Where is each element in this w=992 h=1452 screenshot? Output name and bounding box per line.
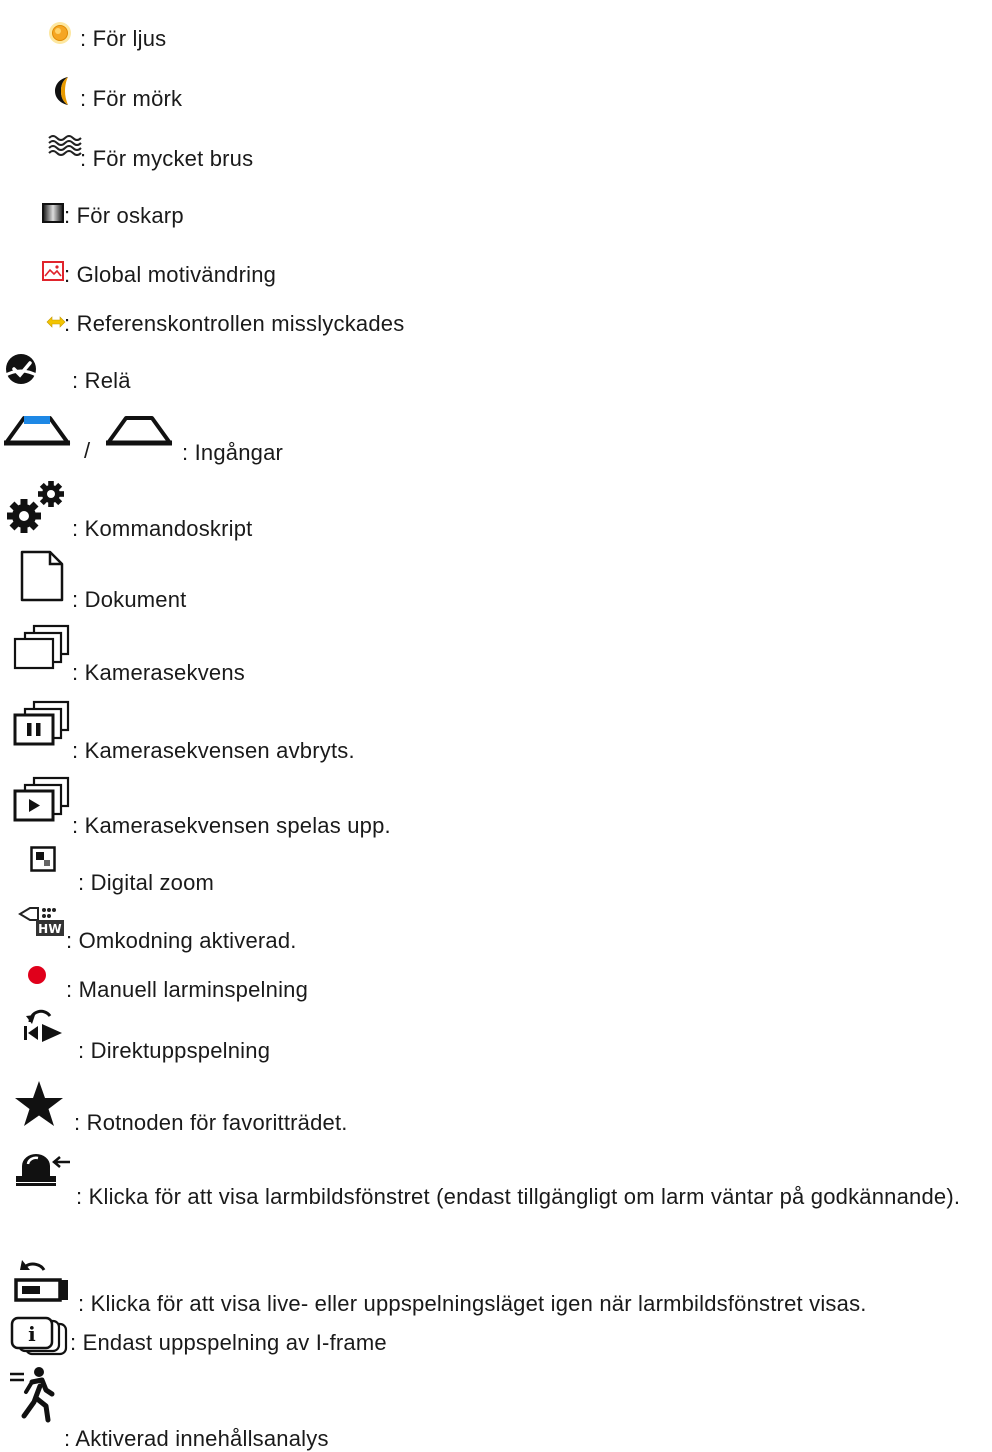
list-item-camera-sequence: : Kamerasekvens [0, 624, 990, 688]
list-item-content-analysis: : Aktiverad innehållsanalys [0, 1364, 990, 1451]
svg-text:i: i [28, 1322, 36, 1346]
list-item-favorites-root: : Rotnoden för favoritträdet. [0, 1080, 990, 1140]
list-item-label: : För mycket brus [80, 146, 254, 171]
list-item-manual-alarm-recording: : Manuell larminspelning [0, 960, 990, 1004]
noise-icon [48, 134, 82, 156]
i-frame-icon: i [8, 1316, 70, 1356]
walking-person-icon [6, 1364, 62, 1448]
list-item-relay: : Relä [0, 352, 990, 396]
star-icon [14, 1080, 64, 1128]
return-to-live-icon [12, 1256, 72, 1304]
list-item-too-bright: : För ljus [0, 20, 990, 60]
list-item-label: : Klicka för att visa live- eller uppspe… [78, 1291, 867, 1316]
list-item-document: : Dokument [0, 550, 990, 614]
list-item-return-live-playback: : Klicka för att visa live- eller uppspe… [0, 1256, 990, 1316]
list-item-instant-playback: : Direktuppspelning [0, 1008, 990, 1063]
list-item-too-dark: : För mörk [0, 76, 990, 116]
list-item-label: : För mörk [80, 86, 183, 111]
list-item-label: : Kamerasekvensen spelas upp. [72, 813, 391, 838]
list-item-label: : För ljus [80, 26, 167, 51]
list-item-label: : Rotnoden för favoritträdet. [74, 1110, 348, 1135]
blur-icon [42, 203, 64, 223]
list-item-label: : Referenskontrollen misslyckades [64, 311, 405, 336]
list-item-digital-zoom: : Digital zoom [0, 846, 990, 896]
list-item-label: : Endast uppspelning av I-frame [70, 1330, 387, 1355]
moon-icon [52, 76, 76, 106]
input-separator: / [84, 438, 91, 463]
transcoding-icon: HW [18, 906, 66, 938]
list-item-label: : Digital zoom [78, 870, 215, 895]
svg-text:HW: HW [38, 922, 62, 936]
list-item-transcoding: HW : Omkodning aktiverad. [0, 906, 990, 956]
document-icon [20, 550, 64, 602]
list-item-label: : Aktiverad innehållsanalys [64, 1426, 329, 1451]
list-item-global-scene-change: : Global motivändring [0, 258, 990, 290]
input-inactive-icon [104, 412, 174, 446]
list-item-label: : Direktuppspelning [78, 1038, 271, 1063]
list-item-label: : Dokument [72, 587, 187, 612]
list-item-camera-sequence-playing: : Kamerasekvensen spelas upp. [0, 776, 990, 840]
record-dot-icon [27, 965, 47, 985]
list-item-reference-check-failed: : Referenskontrollen misslyckades [0, 309, 990, 341]
list-item-label: : Global motivändring [64, 262, 277, 287]
camera-sequence-icon [12, 624, 72, 670]
sun-icon [47, 20, 73, 46]
list-item-label: : Kamerasekvensen avbryts. [72, 738, 355, 763]
list-item-i-frame-playback: i : Endast uppspelning av I-frame [0, 1316, 990, 1370]
list-item-label: : Klicka för att visa larmbildsfönstret … [76, 1184, 961, 1209]
gears-icon [6, 478, 68, 534]
list-item-label: : Kamerasekvens [72, 660, 245, 685]
list-item-label: : Omkodning aktiverad. [66, 928, 297, 953]
list-item-too-noisy: : För mycket brus [0, 134, 990, 174]
input-active-icon [2, 412, 72, 446]
list-item-command-script: : Kommandoskript [0, 478, 990, 542]
digital-zoom-icon [30, 846, 56, 872]
list-item-label: : För oskarp [64, 203, 184, 228]
camera-sequence-pause-icon [12, 700, 72, 746]
scene-change-icon [42, 261, 64, 281]
camera-sequence-play-icon [12, 776, 72, 822]
relay-icon [2, 352, 40, 386]
instant-playback-icon [20, 1008, 66, 1042]
list-item-too-blurry: : För oskarp [0, 199, 990, 231]
list-item-inputs: / : Ingångar [0, 412, 990, 468]
list-item-label: : Relä [72, 368, 131, 393]
list-item-label: : Manuell larminspelning [66, 977, 309, 1002]
list-item-label: : Ingångar [182, 440, 284, 465]
list-item-alarm-image-window: : Klicka för att visa larmbildsfönstret … [0, 1146, 990, 1252]
list-item-camera-sequence-paused: : Kamerasekvensen avbryts. [0, 700, 990, 764]
list-item-label: : Kommandoskript [72, 516, 253, 541]
double-arrow-icon [46, 315, 66, 329]
